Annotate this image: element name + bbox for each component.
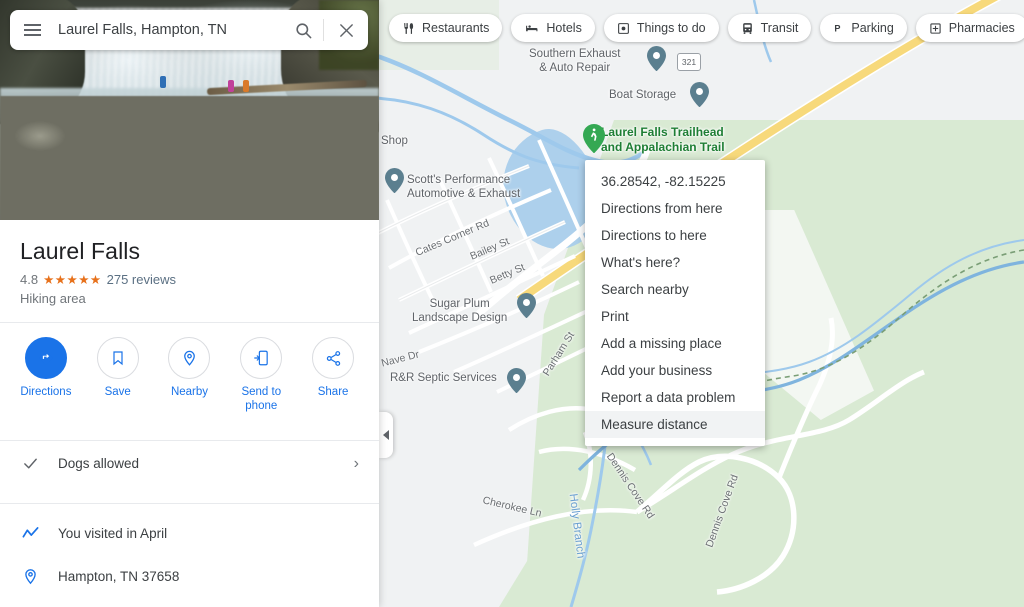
detail-label: Hampton, TN 37658 bbox=[58, 568, 180, 584]
search-bar bbox=[10, 10, 368, 50]
chip-label: Transit bbox=[760, 21, 799, 35]
rating-stars: ★★★★★ bbox=[43, 273, 102, 287]
directions-icon bbox=[24, 337, 67, 379]
chip-label: Things to do bbox=[636, 21, 706, 35]
context-menu-item-whats-here[interactable]: What's here? bbox=[585, 249, 765, 276]
chip-label: Restaurants bbox=[422, 21, 490, 35]
timeline-icon bbox=[20, 524, 40, 543]
attribute-row-dogs-allowed[interactable]: Dogs allowed › bbox=[0, 441, 379, 487]
nearby-search-icon bbox=[168, 337, 211, 379]
context-menu-item-coordinates[interactable]: 36.28542, -82.15225 bbox=[585, 168, 765, 195]
send-to-phone-button[interactable]: Send to phone bbox=[228, 337, 294, 414]
chip-label: Pharmacies bbox=[948, 21, 1015, 35]
place-details-panel: Laurel Falls 4.8 ★★★★★ 275 reviews Hikin… bbox=[0, 0, 379, 607]
category-chips: Restaurants Hotels Things to do Transit … bbox=[389, 14, 1024, 42]
action-buttons: Directions Save Nearby Send to phone Sha… bbox=[0, 323, 379, 424]
chip-transit[interactable]: Transit bbox=[727, 14, 812, 42]
detail-row-address[interactable]: Hampton, TN 37658 bbox=[0, 555, 379, 598]
context-menu: 36.28542, -82.15225 Directions from here… bbox=[585, 160, 765, 446]
share-icon bbox=[312, 337, 355, 379]
map-canvas[interactable]: Restaurants Hotels Things to do Transit … bbox=[379, 0, 1024, 607]
nearby-label: Nearby bbox=[170, 386, 209, 398]
context-menu-item-add-your-business[interactable]: Add your business bbox=[585, 357, 765, 384]
place-info: Laurel Falls 4.8 ★★★★★ 275 reviews Hikin… bbox=[0, 220, 379, 607]
chip-hotels[interactable]: Hotels bbox=[511, 14, 595, 42]
chevron-left-icon bbox=[383, 430, 389, 440]
chip-parking[interactable]: P Parking bbox=[820, 14, 907, 42]
hotel-icon bbox=[526, 24, 538, 31]
context-menu-item-report-a-data-problem[interactable]: Report a data problem bbox=[585, 384, 765, 411]
search-input[interactable] bbox=[54, 22, 283, 38]
reviews-link[interactable]: 275 reviews bbox=[107, 272, 176, 287]
check-icon bbox=[20, 455, 40, 472]
chip-pharmacies[interactable]: Pharmacies bbox=[915, 14, 1024, 42]
transit-icon bbox=[742, 22, 752, 34]
send-to-phone-label: Send to phone bbox=[241, 386, 282, 413]
rating-row: 4.8 ★★★★★ 275 reviews bbox=[0, 265, 379, 287]
share-label: Share bbox=[317, 386, 349, 398]
restaurant-icon bbox=[404, 22, 414, 34]
nearby-button[interactable]: Nearby bbox=[156, 337, 222, 414]
context-menu-item-add-a-missing-place[interactable]: Add a missing place bbox=[585, 330, 765, 357]
rocks-shape bbox=[0, 96, 379, 220]
rating-value: 4.8 bbox=[20, 272, 39, 287]
highway-shield: 321 bbox=[677, 53, 701, 71]
context-menu-item-search-nearby[interactable]: Search nearby bbox=[585, 276, 765, 303]
person-figure bbox=[160, 76, 166, 88]
directions-button[interactable]: Directions bbox=[13, 337, 79, 414]
collapse-panel-button[interactable] bbox=[379, 412, 393, 458]
hamburger-menu-icon[interactable] bbox=[10, 10, 54, 50]
page-title: Laurel Falls bbox=[20, 238, 141, 264]
context-menu-item-directions-to-here[interactable]: Directions to here bbox=[585, 222, 765, 249]
svg-text:P: P bbox=[835, 23, 841, 33]
place-category: Hiking area bbox=[20, 291, 86, 306]
save-button[interactable]: Save bbox=[85, 337, 151, 414]
person-figure bbox=[243, 80, 249, 92]
pharmacy-icon bbox=[930, 22, 941, 34]
place-pin-icon bbox=[20, 567, 40, 586]
directions-label: Directions bbox=[20, 386, 72, 398]
detail-row-hours[interactable]: Open 24 hours ⌄ bbox=[0, 598, 379, 607]
search-icon[interactable] bbox=[283, 10, 323, 50]
context-menu-item-directions-from-here[interactable]: Directions from here bbox=[585, 195, 765, 222]
share-button[interactable]: Share bbox=[300, 337, 366, 414]
parking-icon: P bbox=[835, 23, 841, 33]
maps-app: Laurel Falls 4.8 ★★★★★ 275 reviews Hikin… bbox=[0, 0, 1024, 607]
chip-restaurants[interactable]: Restaurants bbox=[389, 14, 503, 42]
person-figure bbox=[228, 80, 234, 92]
detail-row-visited[interactable]: You visited in April bbox=[0, 512, 379, 555]
chip-things-to-do[interactable]: Things to do bbox=[603, 14, 719, 42]
save-label: Save bbox=[104, 386, 131, 398]
context-menu-item-print[interactable]: Print bbox=[585, 303, 765, 330]
attribute-label: Dogs allowed bbox=[58, 456, 140, 472]
bookmark-icon bbox=[96, 337, 139, 379]
chip-label: Parking bbox=[851, 21, 894, 35]
send-to-phone-icon bbox=[240, 337, 283, 379]
close-icon[interactable] bbox=[324, 10, 368, 50]
chip-label: Hotels bbox=[546, 21, 582, 35]
chevron-right-icon: › bbox=[353, 454, 359, 472]
detail-label: You visited in April bbox=[58, 525, 168, 541]
context-menu-item-measure-distance[interactable]: Measure distance bbox=[585, 411, 765, 438]
things-to-do-icon bbox=[617, 22, 629, 34]
